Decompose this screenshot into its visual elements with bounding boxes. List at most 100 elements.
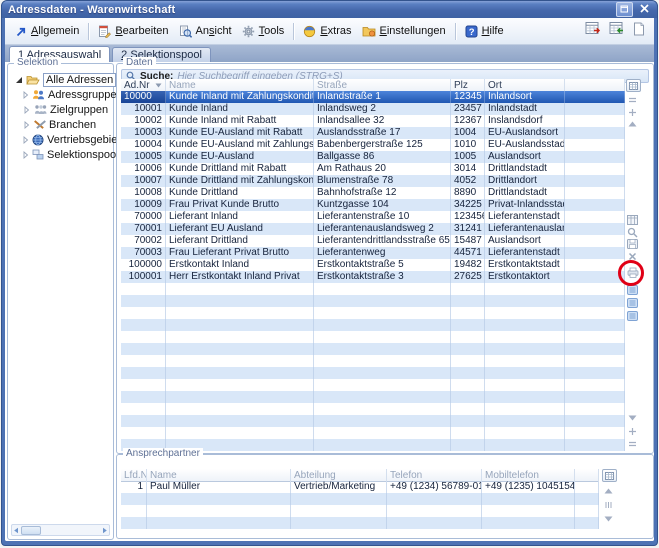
cell [485, 283, 565, 295]
tree-item-branchen[interactable]: Branchen [10, 117, 111, 132]
table-row[interactable]: 10003Kunde EU-Ausland mit RabattAuslands… [121, 127, 625, 139]
column-header-empty[interactable] [575, 469, 599, 481]
scroll-bottom-button[interactable] [626, 412, 639, 424]
cell [485, 367, 565, 379]
table-row[interactable]: 70000Lieferant InlandLieferantenstraße 1… [121, 211, 625, 223]
grip-button[interactable] [602, 499, 615, 511]
table-row-empty[interactable] [121, 355, 625, 367]
menu-item-bearbeiten[interactable]: Bearbeiten [93, 22, 173, 41]
cell [121, 427, 166, 439]
table-row[interactable]: 10008Kunde DrittlandBahnhofstraße 128890… [121, 187, 625, 199]
tree-item-selektionspools[interactable]: Selektionspools [10, 147, 111, 162]
table-row[interactable]: 10007Kunde Drittland mit Zahlungskonditi… [121, 175, 625, 187]
cell: Erstkontaktort [485, 271, 565, 283]
table-row[interactable]: 10009Frau Privat Kunde BruttoKuntzgasse … [121, 199, 625, 211]
close-button[interactable] [637, 3, 651, 16]
column-header-name[interactable]: Name [147, 469, 291, 481]
tree-expanded-icon[interactable] [15, 76, 23, 84]
tree-item-vertriebsgebiete[interactable]: Vertriebsgebiete [10, 132, 111, 147]
tree-collapsed-icon[interactable] [23, 121, 31, 129]
table-row-empty[interactable] [121, 307, 625, 319]
list-view-button[interactable] [626, 310, 639, 322]
table-red-arrow-button[interactable] [585, 21, 602, 41]
column-header-lfd-nr-[interactable]: Lfd.Nr. [121, 469, 147, 481]
column-header-name[interactable]: Name [166, 79, 314, 91]
table-row[interactable]: 10000Kunde Inland mit Zahlungskondition … [121, 91, 625, 103]
tree-collapsed-icon[interactable] [23, 106, 31, 114]
table-row-empty[interactable] [121, 391, 625, 403]
grid-corner-button[interactable] [626, 79, 641, 92]
scroll-up-button[interactable] [602, 485, 615, 497]
table-row-empty[interactable] [121, 427, 625, 439]
tree-horizontal-scrollbar[interactable] [11, 524, 110, 536]
table-row-empty[interactable] [121, 517, 599, 529]
table-row[interactable]: 10006Kunde Drittland mit RabattAm Rathau… [121, 163, 625, 175]
table-row-empty[interactable] [121, 379, 625, 391]
cell [121, 379, 166, 391]
menu-item-einstellungen[interactable]: Einstellungen [357, 22, 451, 40]
column-header-ad-nr[interactable]: Ad.Nr [121, 79, 166, 91]
table-row[interactable]: 10004Kunde EU-Ausland mit Zahlungskondti… [121, 139, 625, 151]
table-row-empty[interactable] [121, 367, 625, 379]
find-button[interactable] [626, 226, 639, 238]
collapse-strip-button[interactable] [626, 94, 639, 106]
table-row-empty[interactable] [121, 403, 625, 415]
menu-item-label: Allgemein [31, 25, 79, 37]
tree-collapsed-icon[interactable] [23, 136, 29, 144]
scroll-left-icon[interactable] [13, 527, 19, 534]
table-row-empty[interactable] [121, 331, 625, 343]
table-row-empty[interactable] [121, 319, 625, 331]
table-row-empty[interactable] [121, 493, 599, 505]
grid-corner-button[interactable] [602, 469, 617, 482]
tree-item-zielgruppen[interactable]: Zielgruppen [10, 102, 111, 117]
menu-item-allgemein[interactable]: Allgemein [10, 22, 84, 40]
scroll-top-button[interactable] [626, 118, 639, 130]
tree-item-adressgruppen[interactable]: Adressgruppen [10, 87, 111, 102]
table-row[interactable]: 1Paul MüllerVertrieb/Marketing+49 (1234)… [121, 481, 599, 493]
table-row[interactable]: 100000Erstkontakt InlandErstkontaktstraß… [121, 259, 625, 271]
tree-collapsed-icon[interactable] [23, 91, 29, 99]
column-header-plz[interactable]: Plz [451, 79, 485, 91]
table-row[interactable]: 10005Kunde EU-AuslandBallgasse 861005Aus… [121, 151, 625, 163]
table-row[interactable]: 70001Lieferant EU AuslandLieferantenausl… [121, 223, 625, 235]
menu-item-ansicht[interactable]: Ansicht [174, 22, 237, 41]
table-row-empty[interactable] [121, 343, 625, 355]
cell: Herr Erstkontakt Inland Privat [166, 271, 314, 283]
column-header-mobiltelefon[interactable]: Mobiltelefon [482, 469, 575, 481]
column-chooser-button[interactable] [626, 214, 639, 226]
tree-collapsed-icon[interactable] [23, 151, 29, 159]
table-row[interactable]: 10001Kunde InlandInlandsweg 223457Inland… [121, 103, 625, 115]
scrollbar-thumb[interactable] [21, 526, 41, 535]
menu-item-tools[interactable]: Tools [237, 22, 290, 41]
menu-item-hilfe[interactable]: ?Hilfe [460, 22, 509, 41]
table-row[interactable]: 70002Lieferant DrittlandLieferantendritt… [121, 235, 625, 247]
contact-table-rail [601, 469, 616, 536]
table-green-arrow-button[interactable] [609, 21, 626, 41]
cell: 12367 [451, 115, 485, 127]
column-header-telefon[interactable]: Telefon [387, 469, 482, 481]
collapse-strip-button[interactable] [626, 438, 639, 450]
column-header-abteilung[interactable]: Abteilung [291, 469, 387, 481]
column-header-straße[interactable]: Straße [314, 79, 451, 91]
tree-item-alle-adressen[interactable]: Alle Adressen [10, 72, 111, 87]
table-row-empty[interactable] [121, 283, 625, 295]
table-row-empty[interactable] [121, 415, 625, 427]
plus-button[interactable] [626, 106, 639, 118]
plus-button[interactable] [626, 425, 639, 437]
table-row-empty[interactable] [121, 505, 599, 517]
table-row[interactable]: 100001Herr Erstkontakt Inland Privat Erst… [121, 271, 625, 283]
blank-page-button[interactable] [633, 22, 645, 41]
column-header-ort[interactable]: Ort [485, 79, 565, 91]
table-row-empty[interactable] [121, 295, 625, 307]
menu-item-extras[interactable]: Extras [298, 22, 356, 41]
list-view-button[interactable] [626, 297, 639, 309]
cell [166, 295, 314, 307]
column-header-empty[interactable] [565, 79, 625, 91]
save-layout-button[interactable] [626, 238, 639, 250]
table-row[interactable]: 70003Frau Lieferant Privat BruttoLiefera… [121, 247, 625, 259]
scroll-down-button[interactable] [602, 513, 615, 525]
restore-button[interactable] [616, 2, 633, 17]
table-row[interactable]: 10002Kunde Inland mit RabattInlandsallee… [121, 115, 625, 127]
cell: 100001 [121, 271, 166, 283]
scroll-right-icon[interactable] [102, 527, 108, 534]
